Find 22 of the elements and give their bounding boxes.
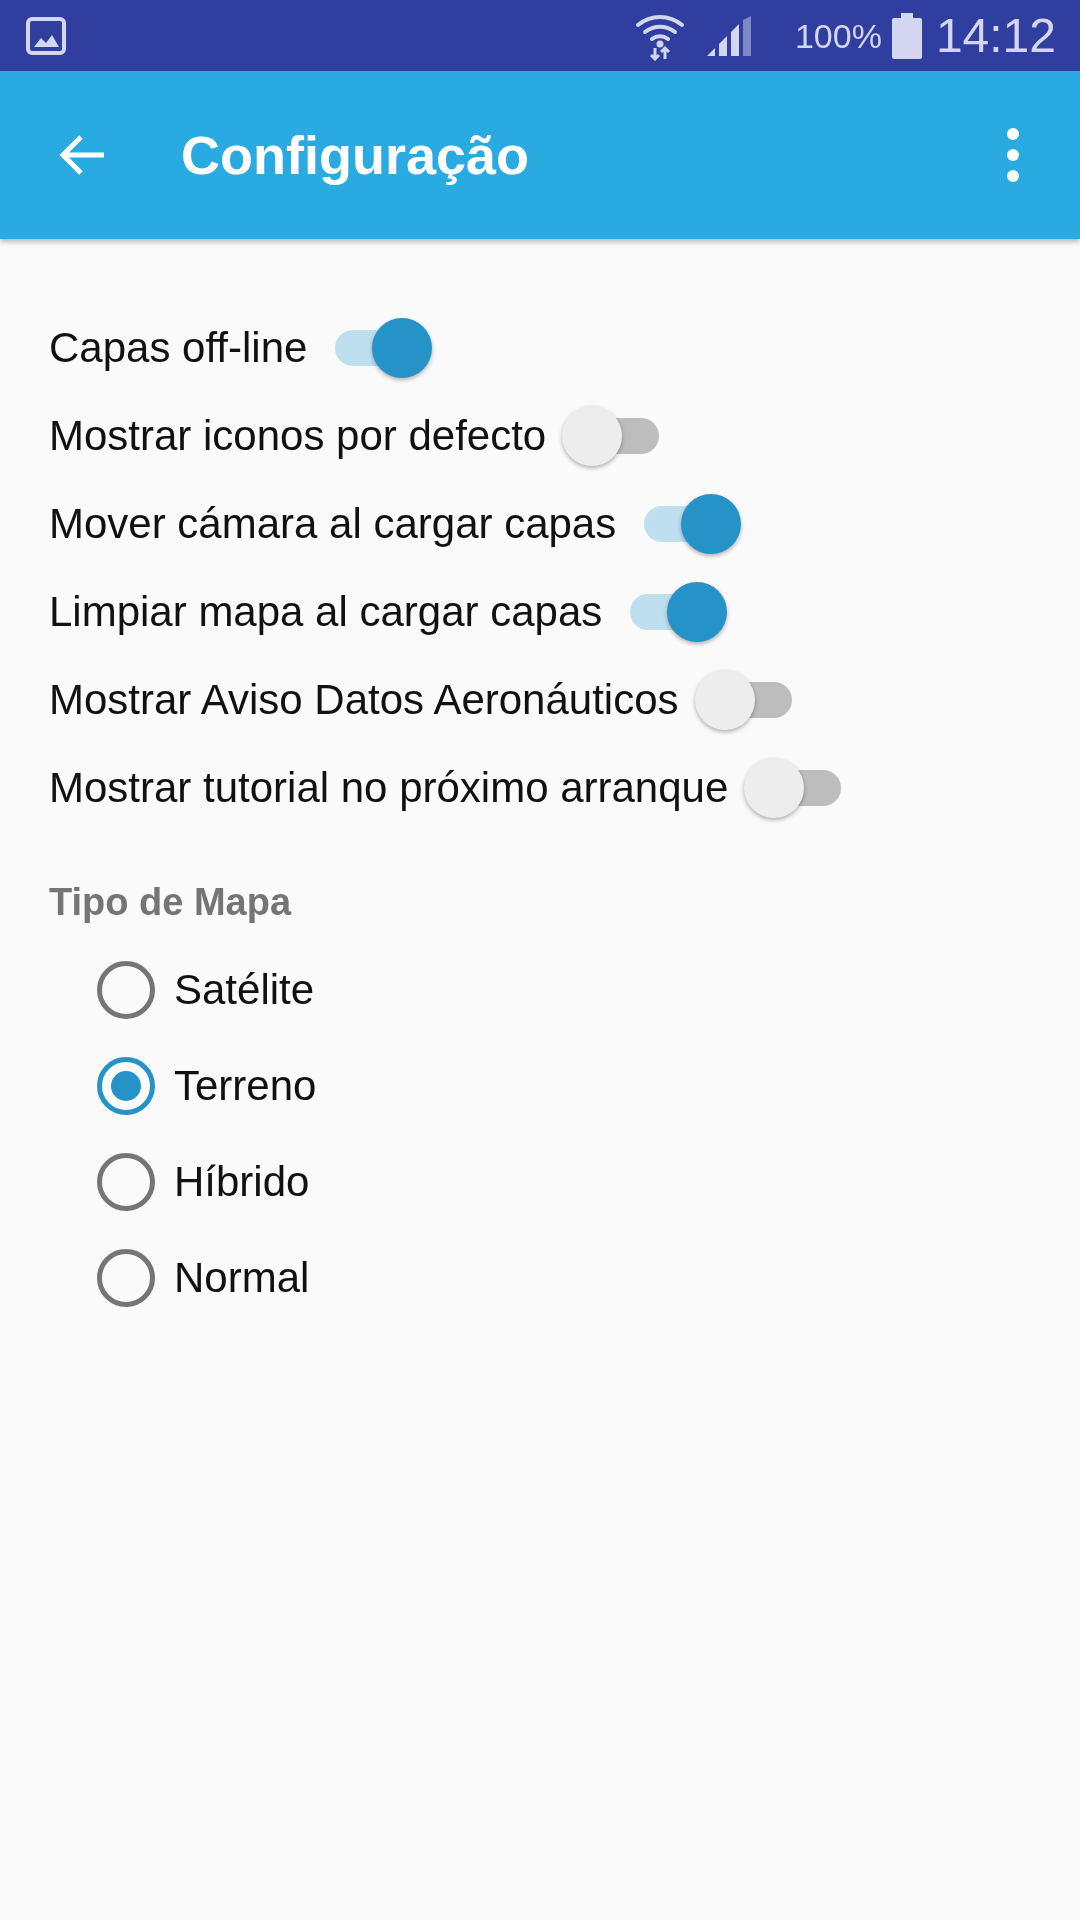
setting-label: Mover cámara al cargar capas xyxy=(49,503,617,545)
radio-button[interactable] xyxy=(97,1057,155,1115)
section-heading: Tipo de Mapa xyxy=(49,883,292,921)
setting-label: Mostrar tutorial no próximo arranque xyxy=(49,767,729,809)
battery-icon xyxy=(891,12,922,59)
radio-button[interactable] xyxy=(97,1249,155,1307)
battery-percent: 100% xyxy=(794,18,882,53)
radio-button[interactable] xyxy=(97,1153,155,1211)
setting-label: Mostrar Aviso Datos Aeronáuticos xyxy=(49,679,679,721)
radio-label[interactable]: Híbrido xyxy=(174,1161,310,1203)
radio-label[interactable]: Satélite xyxy=(174,969,315,1011)
radio-label[interactable]: Terreno xyxy=(174,1065,317,1107)
clock-time: 14:12 xyxy=(935,11,1056,60)
radio-label[interactable]: Normal xyxy=(174,1257,310,1299)
image-icon xyxy=(26,16,66,55)
radio-button[interactable] xyxy=(97,961,155,1019)
setting-label: Capas off-line xyxy=(49,327,308,369)
signal-icon xyxy=(706,15,753,56)
back-arrow-icon[interactable] xyxy=(58,134,106,176)
more-options-icon[interactable] xyxy=(1007,128,1019,182)
setting-label: Mostrar iconos por defecto xyxy=(49,415,547,457)
setting-label: Limpiar mapa al cargar capas xyxy=(49,591,603,633)
